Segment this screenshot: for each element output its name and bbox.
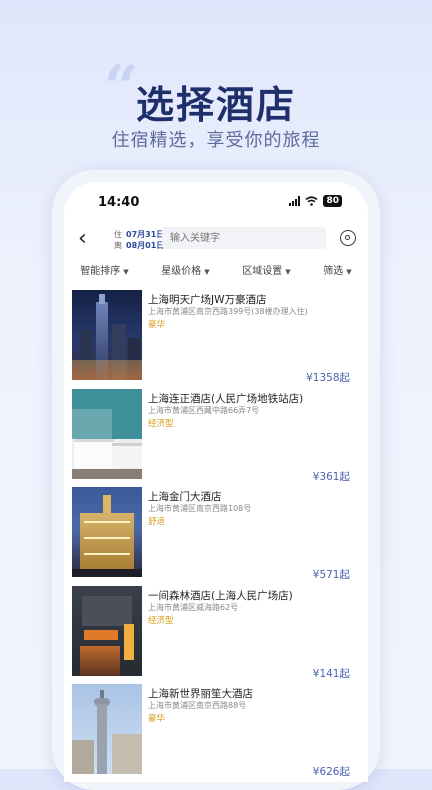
hotel-list-item[interactable]: 上海明天广场JW万豪酒店 上海市黄浦区南京西路399号(38楼办理入住) 豪华 … <box>64 290 368 389</box>
location-icon[interactable] <box>340 230 356 246</box>
promo-subline: 住宿精选，享受你的旅程 <box>111 130 321 151</box>
checkout-label: 离 <box>114 241 122 250</box>
hotel-price: ¥571起 <box>312 569 350 581</box>
hotel-name: 上海金门大酒店 <box>148 491 222 503</box>
hotel-price: ¥141起 <box>312 667 350 680</box>
filter-star-price-label: 星级价格 <box>161 266 202 277</box>
hotel-photo <box>72 290 142 380</box>
hotel-list-item[interactable]: 一间森林酒店(上海人民广场店) 上海市黄浦区威海路62号 经济型 ¥141起 <box>64 585 368 685</box>
hotel-address: 上海市黄浦区威海路62号 <box>148 602 239 612</box>
filter-more[interactable]: 筛选 ▼ <box>323 262 351 282</box>
wifi-icon <box>305 196 318 206</box>
date-selector[interactable]: 住 07月31日 离 08月01日 <box>114 229 164 251</box>
hotel-price: ¥626起 <box>312 766 350 778</box>
hotel-name: 上海明天广场JW万豪酒店 <box>148 294 267 306</box>
hotel-list-item[interactable]: 上海连正酒店(人民广场地铁站店) 上海市黄浦区西藏中路66弄7号 经济型 ¥36… <box>64 388 368 488</box>
hotel-name: 上海连正酒店(人民广场地铁站店) <box>148 392 304 405</box>
search-bar: ‹ 住 07月31日 离 08月01日 <box>64 226 368 254</box>
hotel-price: ¥361起 <box>312 470 350 483</box>
promo-headline: 选择酒店 <box>135 83 296 127</box>
filter-sort-label: 智能排序 <box>80 266 121 277</box>
hotel-address: 上海市黄浦区西藏中路66弄7号 <box>148 405 260 415</box>
checkout-date: 08月01日 <box>126 241 165 250</box>
caret-down-icon: ▼ <box>285 268 291 276</box>
filter-more-label: 筛选 <box>323 266 344 277</box>
filter-bar: 智能排序 ▼ 星级价格 ▼ 区域设置 ▼ 筛选 ▼ <box>64 262 368 282</box>
hotel-photo <box>72 684 142 774</box>
keyword-search-input[interactable] <box>162 227 326 249</box>
hotel-photo <box>72 585 142 676</box>
back-arrow-icon[interactable]: ‹ <box>78 228 87 250</box>
hotel-photo <box>72 487 142 577</box>
hotel-tag: 豪华 <box>148 320 166 330</box>
hotel-tag: 经济型 <box>148 418 174 429</box>
hotel-tag: 豪华 <box>148 714 166 724</box>
battery-icon: 80 <box>323 195 342 207</box>
hotel-list-item[interactable]: 上海金门大酒店 上海市黄浦区南京西路108号 舒适 ¥571起 <box>64 487 368 586</box>
hotel-photo <box>72 388 142 479</box>
hotel-address: 上海市黄浦区南京西路108号 <box>148 504 252 513</box>
hotel-address: 上海市黄浦区南京西路88号 <box>148 701 247 710</box>
hotel-list-item[interactable]: 上海新世界丽笙大酒店 上海市黄浦区南京西路88号 豪华 ¥626起 <box>64 684 368 782</box>
hotel-list: 上海明天广场JW万豪酒店 上海市黄浦区南京西路399号(38楼办理入住) 豪华 … <box>64 290 368 782</box>
hotel-name: 一间森林酒店(上海人民广场店) <box>148 589 293 602</box>
hotel-address: 上海市黄浦区南京西路399号(38楼办理入住) <box>148 307 308 316</box>
checkin-label: 住 <box>114 230 122 239</box>
signal-icon <box>289 196 301 206</box>
caret-down-icon: ▼ <box>123 268 129 276</box>
status-bar: 14:40 80 <box>64 182 368 222</box>
hotel-name: 上海新世界丽笙大酒店 <box>148 688 253 700</box>
checkin-date: 07月31日 <box>126 230 165 239</box>
filter-area-label: 区域设置 <box>242 266 283 277</box>
status-time: 14:40 <box>98 195 140 210</box>
filter-star-price[interactable]: 星级价格 ▼ <box>161 262 209 282</box>
filter-sort[interactable]: 智能排序 ▼ <box>80 262 128 282</box>
hotel-price: ¥1358起 <box>306 372 350 384</box>
hotel-tag: 经济型 <box>148 615 174 626</box>
caret-down-icon: ▼ <box>346 268 352 276</box>
caret-down-icon: ▼ <box>204 268 210 276</box>
status-icons: 80 <box>289 195 342 207</box>
filter-area[interactable]: 区域设置 ▼ <box>242 262 290 282</box>
hotel-tag: 舒适 <box>148 517 166 527</box>
phone-screen: 14:40 80 ‹ 住07月31日 离08月01日 智能排序▼ 星级价格▼ 区… <box>64 182 368 782</box>
